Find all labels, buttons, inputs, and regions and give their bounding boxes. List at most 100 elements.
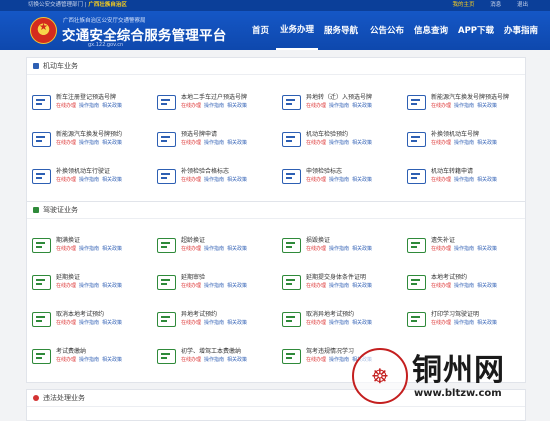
guide-link[interactable]: 操作指南 <box>454 246 474 252</box>
guide-link[interactable]: 操作指南 <box>454 140 474 146</box>
policy-link[interactable]: 相关政策 <box>227 140 247 146</box>
guide-link[interactable]: 操作指南 <box>329 103 349 109</box>
online-handle-link[interactable]: 在线办理 <box>431 320 451 326</box>
service-item[interactable]: 考试费缴纳 在线办理 操作指南 相关政策 <box>32 345 154 375</box>
guide-link[interactable]: 操作指南 <box>204 283 224 289</box>
service-name[interactable]: 补换领机动车号牌 <box>431 129 479 138</box>
service-name[interactable]: 初学、增驾工本费缴纳 <box>181 346 241 355</box>
online-handle-link[interactable]: 在线办理 <box>306 357 326 363</box>
service-name[interactable]: 取消异地考试预约 <box>306 309 354 318</box>
service-item[interactable]: 机动车检验预约 在线办理 操作指南 相关政策 <box>282 128 404 158</box>
logout-link[interactable]: 退出 <box>517 2 528 8</box>
guide-link[interactable]: 操作指南 <box>329 357 349 363</box>
guide-link[interactable]: 操作指南 <box>79 246 99 252</box>
service-name[interactable]: 遗失补证 <box>431 235 455 244</box>
service-item[interactable]: 取消异地考试预约 在线办理 操作指南 相关政策 <box>282 308 404 338</box>
policy-link[interactable]: 相关政策 <box>227 283 247 289</box>
policy-link[interactable]: 相关政策 <box>102 177 122 183</box>
online-handle-link[interactable]: 在线办理 <box>431 246 451 252</box>
policy-link[interactable]: 相关政策 <box>227 357 247 363</box>
online-handle-link[interactable]: 在线办理 <box>56 177 76 183</box>
guide-link[interactable]: 操作指南 <box>329 320 349 326</box>
online-handle-link[interactable]: 在线办理 <box>181 320 201 326</box>
guide-link[interactable]: 操作指南 <box>454 103 474 109</box>
policy-link[interactable]: 相关政策 <box>352 140 372 146</box>
policy-link[interactable]: 相关政策 <box>477 320 497 326</box>
policy-link[interactable]: 相关政策 <box>102 320 122 326</box>
online-handle-link[interactable]: 在线办理 <box>181 140 201 146</box>
guide-link[interactable]: 操作指南 <box>204 103 224 109</box>
online-handle-link[interactable]: 在线办理 <box>56 320 76 326</box>
policy-link[interactable]: 相关政策 <box>102 140 122 146</box>
service-item[interactable]: 申领检验标志 在线办理 操作指南 相关政策 <box>282 165 404 195</box>
service-item[interactable]: 预选号牌申请 在线办理 操作指南 相关政策 <box>157 128 279 158</box>
policy-link[interactable]: 相关政策 <box>477 140 497 146</box>
service-item[interactable]: 异地转（迁）入预选号牌 在线办理 操作指南 相关政策 <box>282 91 404 121</box>
my-home-link[interactable]: 我的主页 <box>452 2 474 8</box>
service-item[interactable]: 补换领机动车号牌 在线办理 操作指南 相关政策 <box>407 128 529 158</box>
guide-link[interactable]: 操作指南 <box>204 177 224 183</box>
policy-link[interactable]: 相关政策 <box>102 283 122 289</box>
policy-link[interactable]: 相关政策 <box>352 283 372 289</box>
service-item[interactable]: 异地考试预约 在线办理 操作指南 相关政策 <box>157 308 279 338</box>
service-name[interactable]: 预选号牌申请 <box>181 129 217 138</box>
online-handle-link[interactable]: 在线办理 <box>181 283 201 289</box>
service-item[interactable]: 新能源汽车换发号牌预选号牌 在线办理 操作指南 相关政策 <box>407 91 529 121</box>
service-name[interactable]: 异地考试预约 <box>181 309 217 318</box>
guide-link[interactable]: 操作指南 <box>204 357 224 363</box>
online-handle-link[interactable]: 在线办理 <box>56 357 76 363</box>
guide-link[interactable]: 操作指南 <box>79 177 99 183</box>
policy-link[interactable]: 相关政策 <box>102 103 122 109</box>
nav-item-6[interactable]: 办事指南 <box>500 11 542 50</box>
online-handle-link[interactable]: 在线办理 <box>431 177 451 183</box>
online-handle-link[interactable]: 在线办理 <box>56 140 76 146</box>
guide-link[interactable]: 操作指南 <box>329 177 349 183</box>
policy-link[interactable]: 相关政策 <box>102 246 122 252</box>
nav-item-4[interactable]: 信息查询 <box>410 11 452 50</box>
policy-link[interactable]: 相关政策 <box>352 246 372 252</box>
service-item[interactable]: 本地考试预约 在线办理 操作指南 相关政策 <box>407 271 529 301</box>
service-item[interactable]: 超龄换证 在线办理 操作指南 相关政策 <box>157 234 279 264</box>
service-name[interactable]: 延期审验 <box>181 272 205 281</box>
guide-link[interactable]: 操作指南 <box>79 283 99 289</box>
service-name[interactable]: 申领检验标志 <box>306 166 342 175</box>
nav-item-0[interactable]: 首页 <box>248 11 273 50</box>
service-item[interactable]: 初学、增驾工本费缴纳 在线办理 操作指南 相关政策 <box>157 345 279 375</box>
policy-link[interactable]: 相关政策 <box>352 177 372 183</box>
online-handle-link[interactable]: 在线办理 <box>431 140 451 146</box>
service-name[interactable]: 本地二手车过户预选号牌 <box>181 92 247 101</box>
guide-link[interactable]: 操作指南 <box>329 140 349 146</box>
nav-item-2[interactable]: 服务导航 <box>320 11 362 50</box>
online-handle-link[interactable]: 在线办理 <box>431 103 451 109</box>
policy-link[interactable]: 相关政策 <box>227 103 247 109</box>
policy-link[interactable]: 相关政策 <box>352 320 372 326</box>
policy-link[interactable]: 相关政策 <box>352 103 372 109</box>
service-item[interactable]: 期满换证 在线办理 操作指南 相关政策 <box>32 234 154 264</box>
message-link[interactable]: 消息 <box>490 2 501 8</box>
region-name[interactable]: 广西壮族自治区 <box>88 2 127 8</box>
service-name[interactable]: 延期提交身体条件证明 <box>306 272 366 281</box>
service-item[interactable]: 延期审验在线办理 操作指南 相关政策 <box>157 271 279 301</box>
service-name[interactable]: 本地考试预约 <box>431 272 467 281</box>
service-name[interactable]: 机动车转籍申请 <box>431 166 473 175</box>
online-handle-link[interactable]: 在线办理 <box>56 103 76 109</box>
service-item[interactable]: 取消本地考试预约 在线办理 操作指南 相关政策 <box>32 308 154 338</box>
online-handle-link[interactable]: 在线办理 <box>306 320 326 326</box>
online-handle-link[interactable]: 在线办理 <box>306 283 326 289</box>
online-handle-link[interactable]: 在线办理 <box>56 283 76 289</box>
policy-link[interactable]: 相关政策 <box>477 103 497 109</box>
online-handle-link[interactable]: 在线办理 <box>56 246 76 252</box>
guide-link[interactable]: 操作指南 <box>79 103 99 109</box>
guide-link[interactable]: 操作指南 <box>79 320 99 326</box>
online-handle-link[interactable]: 在线办理 <box>306 246 326 252</box>
guide-link[interactable]: 操作指南 <box>204 320 224 326</box>
guide-link[interactable]: 操作指南 <box>204 246 224 252</box>
service-name[interactable]: 损毁换证 <box>306 235 330 244</box>
service-name[interactable]: 驾考违规情况学习 <box>306 346 354 355</box>
service-name[interactable]: 补领检验合格标志 <box>181 166 229 175</box>
service-name[interactable]: 新能源汽车换发号牌预选号牌 <box>431 92 509 101</box>
guide-link[interactable]: 操作指南 <box>79 140 99 146</box>
online-handle-link[interactable]: 在线办理 <box>181 357 201 363</box>
policy-link[interactable]: 相关政策 <box>477 283 497 289</box>
service-item[interactable]: 本地二手车过户预选号牌 在线办理 操作指南 相关政策 <box>157 91 279 121</box>
